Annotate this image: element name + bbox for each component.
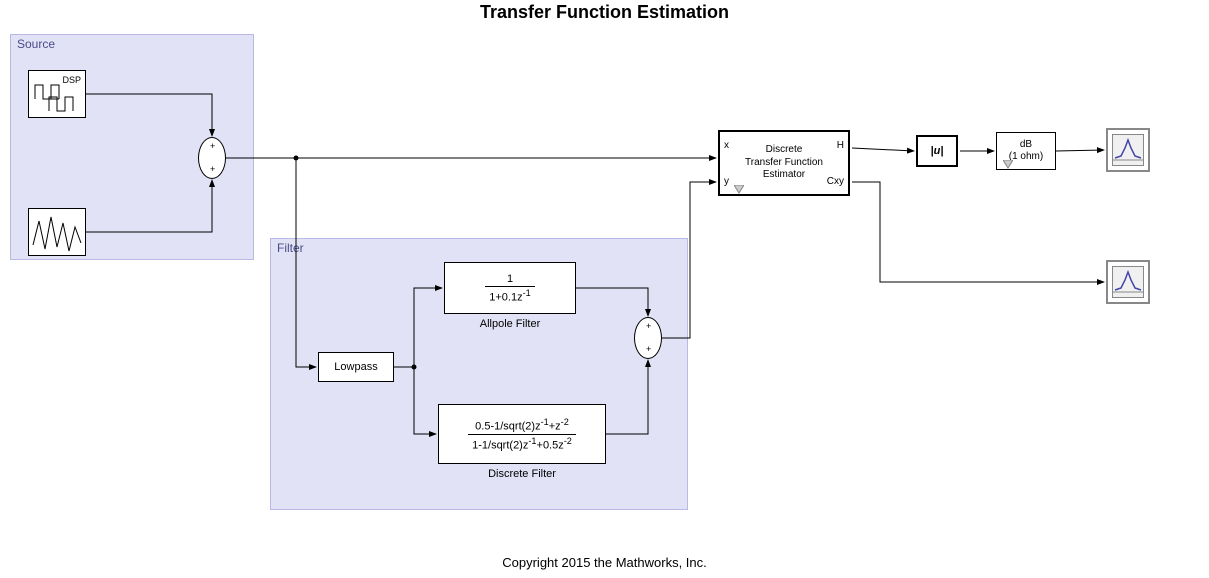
block-scope-2[interactable]: [1106, 260, 1150, 304]
abs-label: |u|: [931, 145, 944, 157]
block-discrete-filter[interactable]: 0.5-1/sqrt(2)z-1+z-2 1-1/sqrt(2)z-1+0.5z…: [438, 404, 606, 464]
spectrum-icon: [1113, 138, 1143, 162]
block-tfe[interactable]: Discrete Transfer Function Estimator x y…: [718, 130, 850, 196]
block-db[interactable]: dB (1 ohm): [996, 132, 1056, 170]
spectrum-icon: [1113, 270, 1143, 294]
block-abs[interactable]: |u|: [916, 135, 958, 167]
tfe-line1: Discrete: [766, 144, 803, 157]
block-noise-source[interactable]: [28, 208, 86, 256]
block-scope-1[interactable]: [1106, 128, 1150, 172]
region-filter-label: Filter: [277, 241, 304, 255]
block-lowpass[interactable]: Lowpass: [318, 352, 394, 382]
allpole-fraction: 1 1+0.1z-1: [485, 273, 535, 304]
tfe-port-y: y: [724, 176, 729, 189]
db-line1: dB: [1020, 139, 1032, 151]
discrete-filter-fraction: 0.5-1/sqrt(2)z-1+z-2 1-1/sqrt(2)z-1+0.5z…: [468, 417, 576, 451]
scope-2-screen: [1112, 266, 1144, 298]
discrete-filter-caption: Discrete Filter: [438, 468, 606, 480]
block-allpole-filter[interactable]: 1 1+0.1z-1: [444, 262, 576, 314]
down-arrow-icon: [1003, 160, 1013, 170]
scope-1-screen: [1112, 134, 1144, 166]
tfe-port-cxy: Cxy: [827, 176, 844, 189]
diagram-title: Transfer Function Estimation: [0, 2, 1209, 23]
tfe-line3: Estimator: [763, 169, 805, 182]
copyright-footer: Copyright 2015 the Mathworks, Inc.: [0, 555, 1209, 570]
noise-source-icon: [29, 209, 85, 255]
sum-source[interactable]: + +: [198, 137, 226, 179]
block-dsp-source[interactable]: DSP: [28, 70, 86, 118]
region-source-label: Source: [17, 37, 55, 51]
tfe-port-h: H: [837, 140, 844, 153]
allpole-caption: Allpole Filter: [444, 318, 576, 330]
lowpass-label: Lowpass: [334, 361, 377, 373]
db-line2: (1 ohm): [1009, 151, 1043, 163]
down-arrow-icon: [734, 185, 744, 195]
sum-filter[interactable]: + +: [634, 317, 662, 359]
dsp-text: DSP: [62, 75, 81, 85]
tfe-line2: Transfer Function: [745, 157, 823, 170]
tfe-port-x: x: [724, 140, 729, 153]
